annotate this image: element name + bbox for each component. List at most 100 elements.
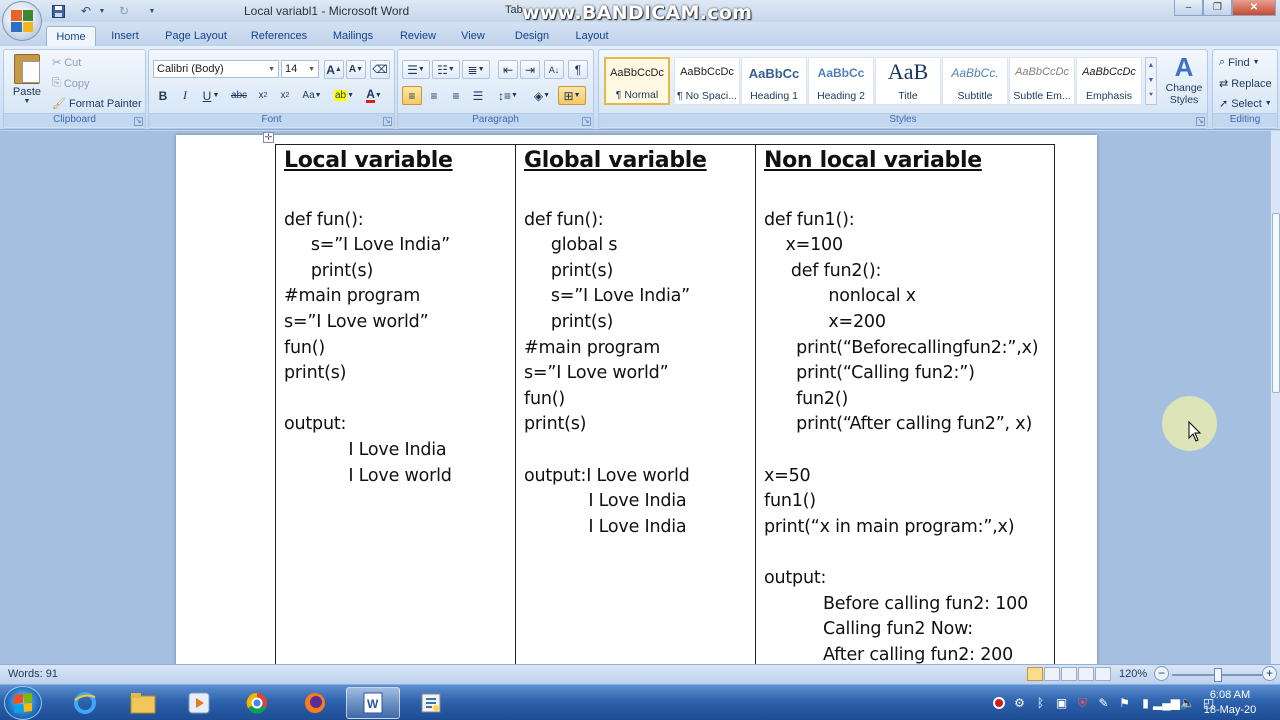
align-left-button[interactable]: ≡ — [402, 86, 422, 105]
copy-button[interactable]: ⎘ Copy — [52, 77, 90, 90]
clear-formatting-button[interactable]: ⌫ — [370, 60, 390, 79]
italic-button[interactable]: I — [175, 86, 195, 105]
vertical-scrollbar[interactable] — [1270, 131, 1280, 664]
line-spacing-button[interactable]: ↕≡ ▼ — [494, 86, 522, 105]
internet-explorer-icon[interactable] — [58, 687, 112, 719]
file-explorer-icon[interactable] — [116, 687, 170, 719]
undo-dropdown-icon[interactable]: ▼ — [98, 3, 106, 19]
web-layout-view-icon[interactable] — [1061, 667, 1077, 681]
style-normal[interactable]: AaBbCcDc ¶ Normal — [604, 57, 670, 105]
numbering-button[interactable]: ☷ ▼ — [432, 60, 460, 79]
outline-view-icon[interactable] — [1078, 667, 1094, 681]
print-layout-view-icon[interactable] — [1027, 667, 1043, 681]
justify-button[interactable]: ☰ — [468, 86, 488, 105]
select-button[interactable]: ➚ Select ▼ — [1219, 97, 1272, 111]
tab-page-layout[interactable]: Page Layout — [160, 26, 232, 46]
style-subtle-emphasis[interactable]: AaBbCcDc Subtle Em... — [1009, 57, 1075, 105]
styles-scroll[interactable]: ▲ ▼ ⯆ — [1145, 57, 1157, 105]
record-icon[interactable] — [990, 695, 1007, 712]
change-case-button[interactable]: Aa ▼ — [299, 86, 325, 105]
style-heading-2[interactable]: AaBbCc Heading 2 — [808, 57, 874, 105]
word-count[interactable]: Words: 91 — [8, 668, 58, 680]
styles-launcher-icon[interactable]: ↘ — [1196, 117, 1205, 126]
underline-dropdown-icon[interactable]: ▼ — [211, 86, 221, 105]
close-button[interactable]: ✕ — [1232, 0, 1276, 16]
style-emphasis[interactable]: AaBbCcDc Emphasis — [1076, 57, 1142, 105]
format-painter-button[interactable]: 🖌 Format Painter — [52, 97, 142, 111]
media-player-icon[interactable] — [172, 687, 226, 719]
document-page[interactable]: ✛ Local variable def fun(): s=”I Love In… — [176, 132, 1097, 664]
word-taskbar-icon[interactable]: W — [346, 687, 400, 719]
qat-customize-icon[interactable]: ▼ — [144, 3, 160, 19]
tab-home[interactable]: Home — [46, 26, 96, 46]
tray-app-icon[interactable]: ▣ — [1053, 695, 1070, 712]
style-subtitle[interactable]: AaBbCc. Subtitle — [942, 57, 1008, 105]
align-right-button[interactable]: ≡ — [446, 86, 466, 105]
cut-button[interactable]: ✂ Cut — [52, 56, 81, 70]
style-heading-1[interactable]: AaBbCc Heading 1 — [741, 57, 807, 105]
tab-references[interactable]: References — [246, 26, 312, 46]
tab-view[interactable]: View — [454, 26, 492, 46]
network-signal-icon[interactable]: ▂▄▆ — [1153, 695, 1180, 712]
full-screen-reading-view-icon[interactable] — [1044, 667, 1060, 681]
volume-icon[interactable]: 🔈 — [1179, 695, 1196, 712]
zoom-in-button[interactable]: + — [1262, 666, 1277, 681]
change-styles-button[interactable]: A Change Styles — [1161, 52, 1207, 112]
network-app-icon[interactable]: ⚙ — [1011, 695, 1028, 712]
tab-insert[interactable]: Insert — [104, 26, 146, 46]
font-color-button[interactable]: A ▼ — [361, 86, 387, 105]
tray-tool-icon[interactable]: ✎ — [1095, 695, 1112, 712]
zoom-out-button[interactable]: − — [1154, 666, 1169, 681]
python-idle-icon[interactable] — [404, 687, 458, 719]
draft-view-icon[interactable] — [1095, 667, 1111, 681]
comparison-table[interactable]: Local variable def fun(): s=”I Love Indi… — [275, 143, 1055, 664]
minimize-button[interactable]: – — [1174, 0, 1203, 16]
style-no-spacing[interactable]: AaBbCcDc ¶ No Spaci... — [674, 57, 740, 105]
bullets-button[interactable]: ☰ ▼ — [402, 60, 430, 79]
antivirus-icon[interactable]: ⛨ — [1074, 695, 1091, 712]
decrease-indent-button[interactable]: ⇤ — [498, 60, 518, 79]
sort-button[interactable]: A↓ — [544, 60, 564, 79]
font-size-combo[interactable]: 14 ▼ — [281, 60, 319, 78]
find-button[interactable]: ⌕ Find ▼ — [1219, 56, 1260, 69]
align-center-button[interactable]: ≡ — [424, 86, 444, 105]
table-move-handle-icon[interactable]: ✛ — [263, 132, 274, 143]
replace-button[interactable]: ⇄ Replace — [1219, 77, 1272, 91]
undo-icon[interactable]: ↶ — [78, 3, 94, 19]
paste-button[interactable]: Paste ▼ — [8, 52, 46, 112]
table-cell-global[interactable]: Global variable def fun(): global s prin… — [515, 143, 756, 664]
font-name-combo[interactable]: Calibri (Body) ▼ — [153, 60, 279, 78]
tab-review[interactable]: Review — [394, 26, 442, 46]
clipboard-launcher-icon[interactable]: ↘ — [134, 117, 143, 126]
office-button[interactable] — [2, 1, 42, 41]
paragraph-launcher-icon[interactable]: ↘ — [582, 117, 591, 126]
scroll-up-icon[interactable]: ▲ — [1148, 62, 1155, 69]
restore-button[interactable]: ❐ — [1203, 0, 1232, 16]
scrollbar-thumb[interactable] — [1272, 213, 1280, 393]
shading-button[interactable]: ◈ ▼ — [528, 86, 556, 105]
tab-layout[interactable]: Layout — [570, 26, 614, 46]
style-title[interactable]: AaB Title — [875, 57, 941, 105]
system-clock[interactable]: 6:08 AM 18-May-20 — [1196, 688, 1264, 718]
subscript-button[interactable]: x2 — [253, 86, 273, 105]
start-button[interactable] — [4, 686, 42, 720]
tab-design[interactable]: Design — [508, 26, 556, 46]
tab-mailings[interactable]: Mailings — [326, 26, 380, 46]
increase-indent-button[interactable]: ⇥ — [520, 60, 540, 79]
borders-button[interactable]: ⊞ ▼ — [558, 86, 586, 105]
bluetooth-icon[interactable]: ᛒ — [1032, 695, 1049, 712]
highlight-button[interactable]: ab ▼ — [331, 86, 357, 105]
redo-icon[interactable]: ↻ — [116, 3, 132, 19]
zoom-level[interactable]: 120% — [1119, 668, 1147, 680]
scroll-down-icon[interactable]: ▼ — [1148, 77, 1155, 84]
table-cell-nonlocal[interactable]: Non local variable def fun1(): x=100 def… — [755, 143, 1055, 664]
action-center-flag-icon[interactable]: ⚑ — [1116, 695, 1133, 712]
zoom-slider-thumb[interactable] — [1214, 668, 1222, 682]
bold-button[interactable]: B — [153, 86, 173, 105]
firefox-icon[interactable] — [288, 687, 342, 719]
show-hide-button[interactable]: ¶ — [568, 60, 588, 79]
shrink-font-button[interactable]: A ▼ — [346, 60, 366, 79]
strikethrough-button[interactable]: abc — [229, 86, 249, 105]
battery-icon[interactable]: ▮ — [1137, 695, 1154, 712]
chrome-icon[interactable] — [230, 687, 284, 719]
